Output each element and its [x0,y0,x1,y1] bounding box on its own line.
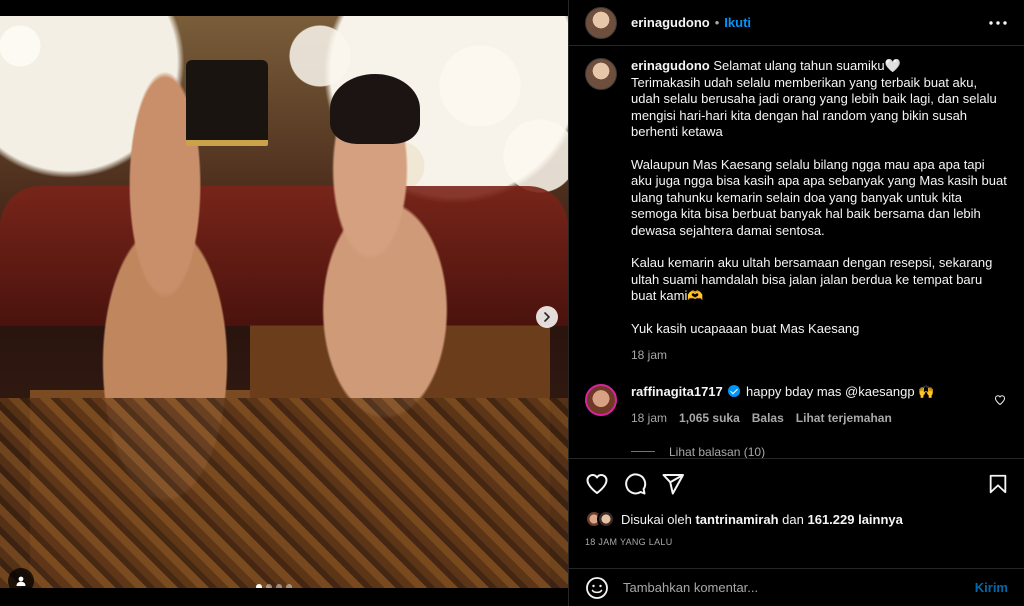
translate-button[interactable]: Lihat terjemahan [796,410,892,427]
view-replies-button[interactable]: Lihat balasan (10) [631,444,1008,459]
comments-list[interactable]: erinagudono Selamat ulang tahun suamiku🤍… [569,46,1024,458]
caption-author-avatar[interactable] [585,58,617,90]
caption-username[interactable]: erinagudono [631,58,710,73]
comment-like-heart-icon[interactable] [994,394,1006,406]
caption-time[interactable]: 18 jam [631,347,667,364]
likes-prefix: Disukai oleh [621,511,692,527]
post-image[interactable] [0,16,568,588]
likes-summary[interactable]: Disukai oleh tantrinamirah dan 161.229 l… [585,508,903,530]
comment-icon [625,472,647,494]
caption-paragraph-3: Kalau kemarin aku ultah bersamaan dengan… [631,255,993,303]
post-timestamp[interactable]: 18 JAM YANG LALU [585,537,673,547]
caption-line-2: Terimakasih udah selalu memberikan yang … [631,74,997,140]
likes-others[interactable]: 161.229 lainnya [807,512,902,527]
caption-paragraph-4: Yuk kasih ucapaaan buat Mas Kaesang [631,320,860,336]
more-icon [989,20,1007,25]
caption: erinagudono Selamat ulang tahun suamiku🤍… [585,58,1008,364]
comment-button[interactable] [623,472,647,496]
tagged-users-button[interactable] [8,568,34,588]
carousel-dot [256,584,262,588]
chevron-right-icon [544,312,550,322]
comment-item: raffinagita1717 happy bday mas @kaesangp… [585,383,1008,427]
comment-text: happy bday mas @kaesangp 🙌 [746,383,935,399]
post-details-panel: erinagudono • Ikuti erinagudono Selamat … [568,0,1024,606]
commenter-username[interactable]: raffinagita1717 [631,384,723,399]
carousel-dot [266,584,272,588]
liker-avatars [585,510,615,528]
verified-badge-icon [728,384,741,397]
post-comment-button[interactable]: Kirim [975,580,1008,595]
view-replies-label: Lihat balasan (10) [669,444,766,459]
comment-body: raffinagita1717 happy bday mas @kaesangp… [631,384,934,427]
carousel-dot [286,584,292,588]
replies-divider [631,451,655,452]
follow-button[interactable]: Ikuti [724,15,751,30]
like-button[interactable] [585,472,609,496]
carousel-indicator [256,584,292,588]
post-actions [569,458,1024,508]
caption-meta: 18 jam [631,347,1008,364]
batik-fabric [0,398,568,588]
author-username[interactable]: erinagudono [631,15,710,30]
comment-input[interactable] [623,580,975,595]
header-separator: • [714,15,720,30]
user-tag-icon [16,576,26,586]
share-icon [662,473,684,494]
carousel-next-button[interactable] [536,306,558,328]
comment-meta: 18 jam 1,065 suka Balas Lihat terjemahan [631,410,934,427]
liker-avatar [597,510,615,528]
commenter-avatar[interactable] [585,383,617,416]
author-avatar[interactable] [585,6,617,39]
more-options-button[interactable] [986,11,1010,35]
comment-composer: Kirim [569,568,1024,606]
save-button[interactable] [986,472,1010,496]
caption-body: erinagudono Selamat ulang tahun suamiku🤍… [631,58,1008,364]
comment-likes[interactable]: 1,065 suka [679,410,740,427]
post-header: erinagudono • Ikuti [569,0,1024,46]
heart-icon [586,473,608,494]
share-button[interactable] [661,472,685,496]
comment-time[interactable]: 18 jam [631,410,667,427]
likes-connector: dan [782,511,804,527]
bookmark-icon [989,474,1007,493]
emoji-icon [586,576,608,599]
carousel-dot [276,584,282,588]
instagram-post-modal: erinagudono • Ikuti erinagudono Selamat … [0,0,1024,606]
reply-button[interactable]: Balas [752,410,784,427]
likes-first-user[interactable]: tantrinamirah [695,512,778,527]
emoji-button[interactable] [585,576,609,600]
bride-hair [330,74,420,144]
caption-line-1: Selamat ulang tahun suamiku🤍 [713,58,901,73]
caption-paragraph-2: Walaupun Mas Kaesang selalu bilang ngga … [631,156,1007,238]
